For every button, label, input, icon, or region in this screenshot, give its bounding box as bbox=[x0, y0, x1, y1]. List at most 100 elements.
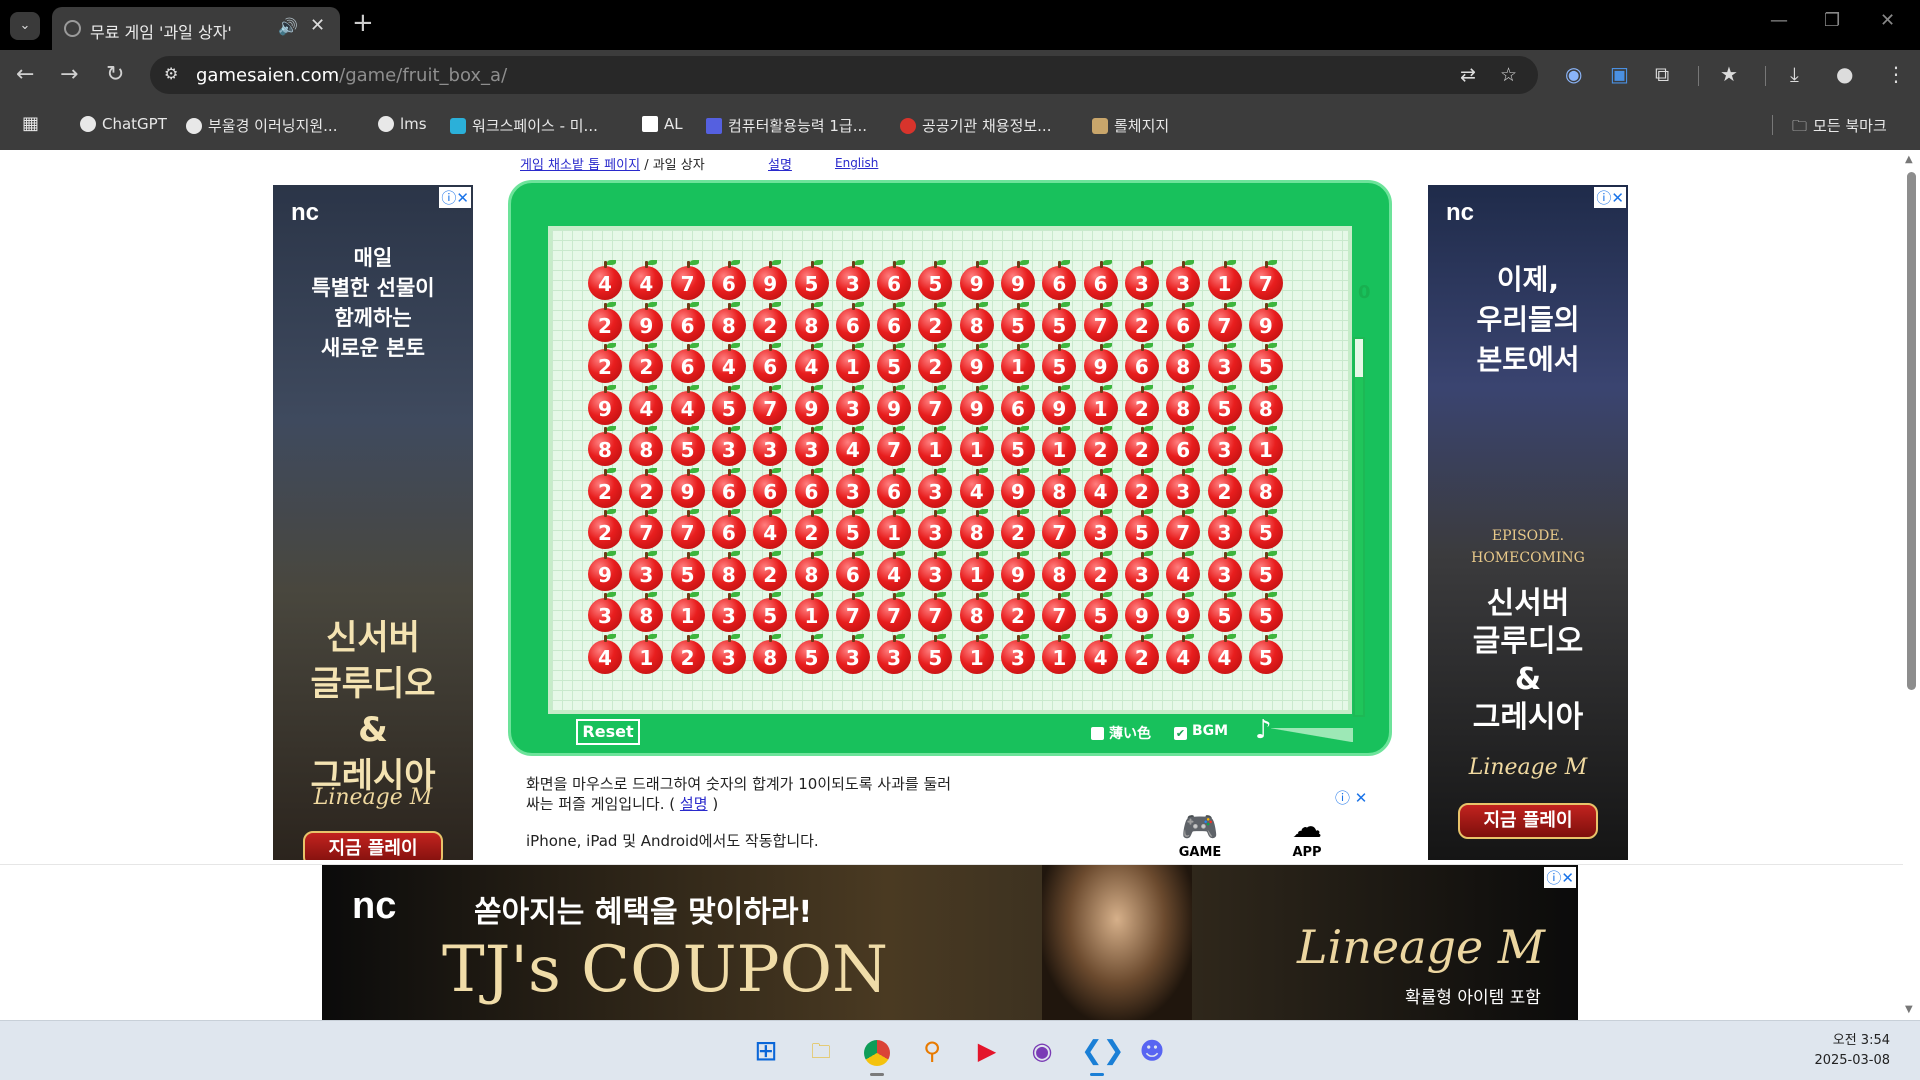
apple-cell[interactable]: 2 bbox=[1083, 550, 1118, 591]
apple-cell[interactable]: 5 bbox=[1248, 550, 1283, 591]
bgm-option[interactable]: ✔ BGM bbox=[1174, 723, 1228, 740]
apple-cell[interactable]: 8 bbox=[1248, 467, 1283, 508]
apple-cell[interactable]: 2 bbox=[588, 509, 622, 549]
apple-cell[interactable]: 4 bbox=[877, 550, 912, 591]
apps-grid-icon[interactable]: ▦ bbox=[22, 113, 39, 134]
game-ad-button[interactable]: 🎮 GAME bbox=[1170, 810, 1230, 860]
apple-cell[interactable]: 5 bbox=[1207, 592, 1242, 632]
apple-cell[interactable]: 1 bbox=[959, 550, 994, 591]
bookmark-star-icon[interactable]: ☆ bbox=[1500, 64, 1517, 86]
apple-cell[interactable]: 8 bbox=[1166, 384, 1201, 425]
scrollbar-thumb[interactable] bbox=[1907, 172, 1916, 690]
apple-cell[interactable]: 2 bbox=[918, 301, 953, 342]
forward-arrow-icon[interactable]: → bbox=[60, 62, 78, 87]
apple-cell[interactable]: 5 bbox=[1248, 343, 1283, 383]
apple-cell[interactable]: 8 bbox=[959, 509, 994, 549]
apple-cell[interactable]: 8 bbox=[588, 426, 622, 466]
tab-list-chevron-icon[interactable]: ⌄ bbox=[10, 12, 40, 40]
apple-cell[interactable]: 1 bbox=[629, 633, 664, 674]
play-now-button[interactable]: 지금 플레이 bbox=[303, 831, 443, 860]
apple-cell[interactable]: 3 bbox=[711, 633, 746, 674]
light-color-option[interactable]: 薄い色 bbox=[1091, 723, 1151, 743]
scroll-up-arrow-icon[interactable]: ▲ bbox=[1905, 154, 1913, 165]
apple-cell[interactable]: 6 bbox=[794, 467, 829, 508]
apple-cell[interactable]: 5 bbox=[1124, 509, 1159, 549]
apple-cell[interactable]: 5 bbox=[794, 260, 829, 300]
bookmark-computer-cert[interactable]: 컴퓨터활용능력 1급... bbox=[706, 115, 867, 136]
apple-cell[interactable]: 6 bbox=[877, 260, 912, 300]
window-close-icon[interactable]: ✕ bbox=[1880, 10, 1895, 31]
apple-cell[interactable]: 5 bbox=[1042, 343, 1077, 383]
apple-cell[interactable]: 4 bbox=[1166, 550, 1201, 591]
apple-cell[interactable]: 5 bbox=[670, 426, 705, 466]
apple-cell[interactable]: 2 bbox=[1124, 633, 1159, 674]
bookmark-lms[interactable]: lms bbox=[378, 115, 427, 133]
apple-cell[interactable]: 7 bbox=[1248, 260, 1283, 300]
translate-icon[interactable]: ⇄ bbox=[1460, 64, 1476, 86]
bookmark-lolchess[interactable]: 롤체지지 bbox=[1092, 115, 1169, 136]
apple-cell[interactable]: 9 bbox=[1042, 384, 1077, 425]
apple-cell[interactable]: 2 bbox=[629, 343, 664, 383]
apple-cell[interactable]: 2 bbox=[1083, 426, 1118, 466]
apple-cell[interactable]: 8 bbox=[1248, 384, 1283, 425]
apple-cell[interactable]: 1 bbox=[1248, 426, 1283, 466]
apple-cell[interactable]: 8 bbox=[794, 301, 829, 342]
apple-cell[interactable]: 9 bbox=[1001, 467, 1035, 508]
apple-cell[interactable]: 1 bbox=[1042, 633, 1077, 674]
apple-cell[interactable]: 4 bbox=[588, 260, 622, 300]
apple-cell[interactable]: 1 bbox=[835, 343, 870, 383]
apple-cell[interactable]: 3 bbox=[1207, 343, 1242, 383]
profile-avatar-icon[interactable]: ● bbox=[1836, 62, 1853, 86]
apple-cell[interactable]: 3 bbox=[588, 592, 622, 632]
search-magnifier-icon[interactable]: ⚲ bbox=[916, 1035, 948, 1067]
apple-cell[interactable]: 2 bbox=[588, 301, 622, 342]
apple-cell[interactable]: 9 bbox=[753, 260, 788, 300]
ad-info-close-icon[interactable]: ⓘ✕ bbox=[439, 187, 471, 208]
apple-cell[interactable]: 4 bbox=[1083, 467, 1118, 508]
apple-cell[interactable]: 6 bbox=[1166, 426, 1201, 466]
apple-cell[interactable]: 3 bbox=[1207, 509, 1242, 549]
apple-cell[interactable]: 4 bbox=[1083, 633, 1118, 674]
apple-cell[interactable]: 7 bbox=[1166, 509, 1201, 549]
apple-cell[interactable]: 3 bbox=[835, 633, 870, 674]
apple-cell[interactable]: 8 bbox=[753, 633, 788, 674]
apple-cell[interactable]: 3 bbox=[918, 550, 953, 591]
minimize-icon[interactable]: — bbox=[1770, 10, 1788, 31]
apple-cell[interactable]: 3 bbox=[1207, 550, 1242, 591]
ad-info-close-icon[interactable]: ⓘ✕ bbox=[1594, 187, 1626, 208]
apple-cell[interactable]: 5 bbox=[918, 260, 953, 300]
apple-cell[interactable]: 5 bbox=[670, 550, 705, 591]
apple-cell[interactable]: 8 bbox=[959, 301, 994, 342]
speaker-icon[interactable]: 🔊 bbox=[278, 17, 298, 36]
app-ad-button[interactable]: ☁ APP bbox=[1277, 810, 1337, 860]
apple-cell[interactable]: 4 bbox=[629, 260, 664, 300]
apple-cell[interactable]: 4 bbox=[794, 343, 829, 383]
apple-cell[interactable]: 3 bbox=[918, 467, 953, 508]
apple-cell[interactable]: 6 bbox=[877, 301, 912, 342]
apple-cell[interactable]: 3 bbox=[629, 550, 664, 591]
apple-cell[interactable]: 1 bbox=[918, 426, 953, 466]
apple-cell[interactable]: 4 bbox=[959, 467, 994, 508]
apple-cell[interactable]: 8 bbox=[1042, 550, 1077, 591]
apple-cell[interactable]: 2 bbox=[1001, 592, 1035, 632]
apple-cell[interactable]: 9 bbox=[1124, 592, 1159, 632]
apple-cell[interactable]: 3 bbox=[711, 592, 746, 632]
reload-icon[interactable]: ↻ bbox=[106, 62, 124, 87]
apple-cell[interactable]: 7 bbox=[918, 592, 953, 632]
apple-cell[interactable]: 4 bbox=[835, 426, 870, 466]
apple-cell[interactable]: 3 bbox=[794, 426, 829, 466]
apple-cell[interactable]: 3 bbox=[1001, 633, 1035, 674]
apple-cell[interactable]: 6 bbox=[1001, 384, 1035, 425]
apple-cell[interactable]: 3 bbox=[1124, 550, 1159, 591]
apple-cell[interactable]: 5 bbox=[1248, 592, 1283, 632]
apple-cell[interactable]: 2 bbox=[1124, 426, 1159, 466]
apple-cell[interactable]: 9 bbox=[1083, 343, 1118, 383]
ad-info-close-icon[interactable]: ⓘ✕ bbox=[1544, 867, 1576, 888]
site-info-icon[interactable]: ⚙ bbox=[164, 64, 178, 83]
bookmark-chatgpt[interactable]: ChatGPT bbox=[80, 115, 167, 133]
apple-cell[interactable]: 5 bbox=[1248, 633, 1283, 674]
apple-cell[interactable]: 6 bbox=[711, 467, 746, 508]
apple-cell[interactable]: 2 bbox=[588, 467, 622, 508]
light-color-checkbox[interactable] bbox=[1091, 727, 1104, 740]
apple-cell[interactable]: 7 bbox=[918, 384, 953, 425]
